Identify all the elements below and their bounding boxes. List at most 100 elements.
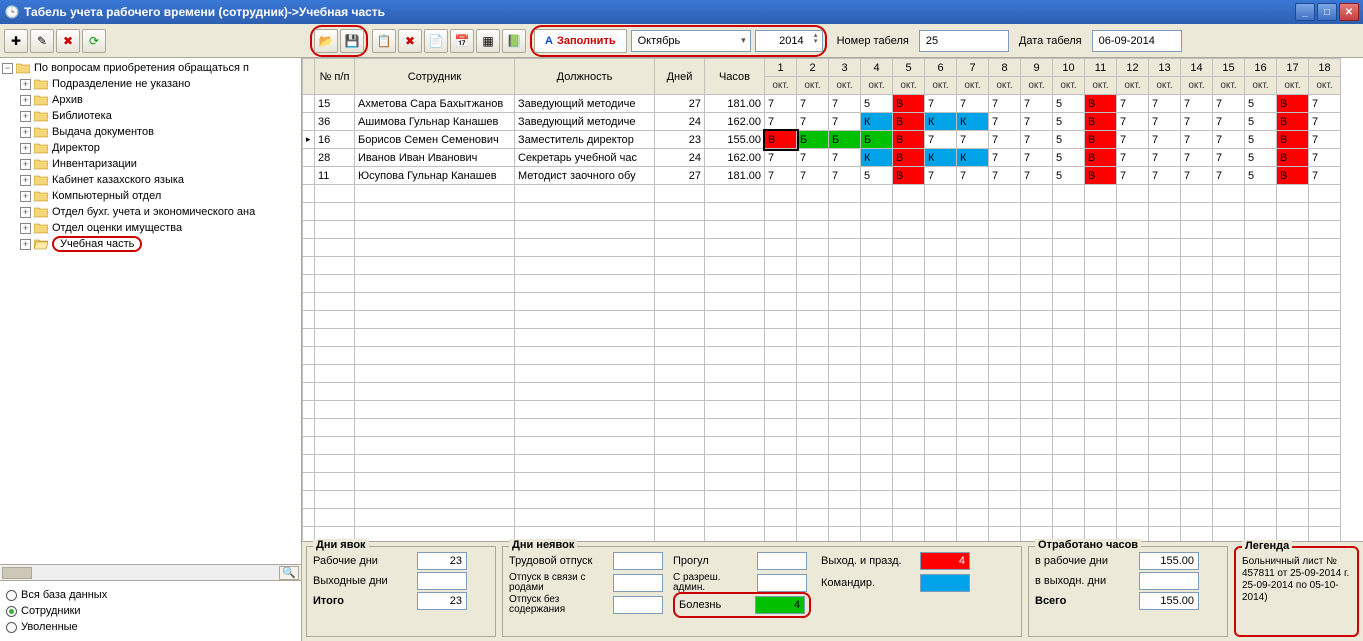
day-cell[interactable]: 7: [829, 167, 861, 185]
day-cell[interactable]: 5: [1245, 95, 1277, 113]
day-cell[interactable]: 7: [1149, 113, 1181, 131]
day-cell[interactable]: 7: [1181, 113, 1213, 131]
day-cell[interactable]: 7: [1213, 95, 1245, 113]
day-cell[interactable]: 7: [829, 113, 861, 131]
day-cell[interactable]: 7: [1021, 113, 1053, 131]
day-header[interactable]: 10: [1053, 59, 1085, 77]
tree-item[interactable]: +Директор: [2, 140, 299, 156]
day-cell[interactable]: 7: [1149, 131, 1181, 149]
day-cell[interactable]: 5: [1053, 149, 1085, 167]
day-cell[interactable]: 7: [1149, 95, 1181, 113]
day-cell[interactable]: 5: [861, 167, 893, 185]
day-cell[interactable]: 7: [1309, 131, 1341, 149]
expand-icon[interactable]: +: [20, 95, 31, 106]
cell-pos[interactable]: Заведующий методиче: [515, 95, 655, 113]
cell-pos[interactable]: Методист заочного обу: [515, 167, 655, 185]
table-row[interactable]: 28Иванов Иван ИвановичСекретарь учебной …: [303, 149, 1341, 167]
day-cell[interactable]: 7: [765, 95, 797, 113]
day-cell[interactable]: В: [1085, 149, 1117, 167]
day-cell[interactable]: 7: [1213, 149, 1245, 167]
day-cell[interactable]: К: [925, 113, 957, 131]
day-cell[interactable]: 7: [989, 113, 1021, 131]
day-header[interactable]: 16: [1245, 59, 1277, 77]
cell-emp[interactable]: Юсупова Гульнар Канашев: [355, 167, 515, 185]
day-cell[interactable]: 7: [1117, 167, 1149, 185]
cell-days[interactable]: 23: [655, 131, 705, 149]
open-button[interactable]: 📂: [314, 29, 338, 53]
cell-days[interactable]: 24: [655, 113, 705, 131]
day-cell[interactable]: 7: [1213, 113, 1245, 131]
tree[interactable]: − По вопросам приобретения обращаться п …: [0, 58, 301, 564]
day-header[interactable]: 7: [957, 59, 989, 77]
day-header[interactable]: 1: [765, 59, 797, 77]
day-header[interactable]: 6: [925, 59, 957, 77]
cell-hours[interactable]: 162.00: [705, 149, 765, 167]
table-row[interactable]: ▸16Борисов Семен СеменовичЗаместитель ди…: [303, 131, 1341, 149]
tree-item[interactable]: +Компьютерный отдел: [2, 188, 299, 204]
expand-icon[interactable]: +: [20, 175, 31, 186]
day-header[interactable]: 15: [1213, 59, 1245, 77]
month-select[interactable]: Октябрь: [631, 30, 751, 52]
day-cell[interactable]: К: [957, 149, 989, 167]
day-cell[interactable]: В: [893, 113, 925, 131]
day-cell[interactable]: 7: [797, 167, 829, 185]
day-cell[interactable]: В: [1277, 95, 1309, 113]
day-cell[interactable]: В: [893, 131, 925, 149]
tree-item[interactable]: +Отдел оценки имущества: [2, 220, 299, 236]
day-cell[interactable]: К: [861, 149, 893, 167]
day-cell[interactable]: 7: [925, 167, 957, 185]
day-cell[interactable]: 7: [1117, 113, 1149, 131]
cell-num[interactable]: 16: [315, 131, 355, 149]
day-cell[interactable]: 7: [1181, 95, 1213, 113]
maximize-button[interactable]: □: [1317, 3, 1337, 21]
day-cell[interactable]: К: [957, 113, 989, 131]
day-cell[interactable]: 7: [1149, 167, 1181, 185]
day-header[interactable]: 13: [1149, 59, 1181, 77]
day-header[interactable]: 2: [797, 59, 829, 77]
day-cell[interactable]: 7: [1213, 167, 1245, 185]
tab-number-field[interactable]: 25: [919, 30, 1009, 52]
cell-days[interactable]: 24: [655, 149, 705, 167]
day-header[interactable]: 9: [1021, 59, 1053, 77]
day-cell[interactable]: 7: [925, 95, 957, 113]
day-cell[interactable]: 7: [1117, 95, 1149, 113]
grid-button[interactable]: ▦: [476, 29, 500, 53]
day-cell[interactable]: 7: [829, 149, 861, 167]
tree-item[interactable]: +Подразделение не указано: [2, 76, 299, 92]
remove-row-button[interactable]: ✖: [398, 29, 422, 53]
cell-days[interactable]: 27: [655, 167, 705, 185]
day-cell[interactable]: 7: [765, 113, 797, 131]
day-cell[interactable]: 7: [765, 149, 797, 167]
day-header[interactable]: 5: [893, 59, 925, 77]
day-cell[interactable]: 7: [765, 167, 797, 185]
cell-hours[interactable]: 181.00: [705, 167, 765, 185]
cell-num[interactable]: 36: [315, 113, 355, 131]
tree-item[interactable]: +Отдел бухг. учета и экономического ана: [2, 204, 299, 220]
day-header[interactable]: 11: [1085, 59, 1117, 77]
delete-button[interactable]: ✖: [56, 29, 80, 53]
day-cell[interactable]: 5: [1245, 149, 1277, 167]
day-cell[interactable]: 5: [1053, 167, 1085, 185]
day-cell[interactable]: 7: [1117, 149, 1149, 167]
day-cell[interactable]: В: [1085, 131, 1117, 149]
day-header[interactable]: 17: [1277, 59, 1309, 77]
radio-all[interactable]: Вся база данных: [6, 587, 295, 603]
cell-hours[interactable]: 155.00: [705, 131, 765, 149]
doc-button[interactable]: 📄: [424, 29, 448, 53]
day-cell[interactable]: 7: [1021, 131, 1053, 149]
tree-h-scrollbar[interactable]: 🔍: [0, 564, 301, 580]
day-cell[interactable]: 7: [797, 149, 829, 167]
day-cell[interactable]: В: [1085, 95, 1117, 113]
day-cell[interactable]: В: [765, 131, 797, 149]
day-cell[interactable]: Б: [797, 131, 829, 149]
day-cell[interactable]: 7: [957, 95, 989, 113]
day-cell[interactable]: Б: [829, 131, 861, 149]
col-header[interactable]: Часов: [705, 59, 765, 95]
day-cell[interactable]: 7: [1309, 149, 1341, 167]
day-cell[interactable]: 5: [1053, 131, 1085, 149]
day-cell[interactable]: 7: [1309, 167, 1341, 185]
year-stepper[interactable]: 2014: [755, 30, 823, 52]
cell-days[interactable]: 27: [655, 95, 705, 113]
cell-emp[interactable]: Ашимова Гульнар Канашев: [355, 113, 515, 131]
tree-item[interactable]: +Кабинет казахского языка: [2, 172, 299, 188]
